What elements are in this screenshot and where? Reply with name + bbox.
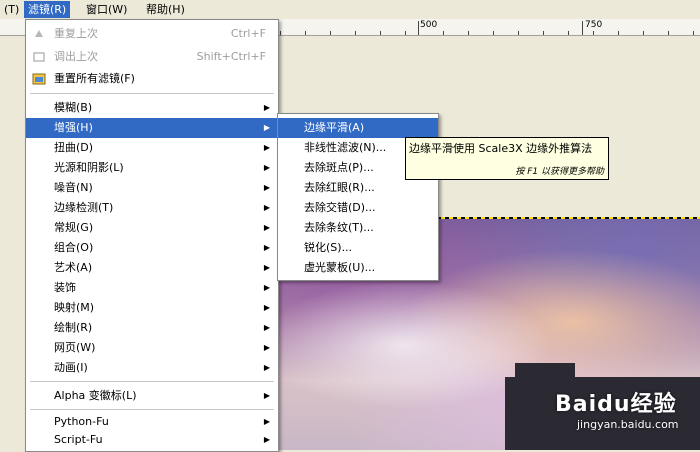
tooltip: 边缘平滑使用 Scale3X 边缘外推算法 按 F1 以获得更多帮助 (405, 137, 609, 180)
menu-item-label: 常规(G) (54, 221, 94, 234)
menu-separator (30, 409, 274, 410)
menu-item-label: 去除红眼(R)... (304, 181, 375, 194)
menu-item-label: 组合(O) (54, 241, 94, 254)
menu-item-enhance[interactable]: 增强(H) ▶ (26, 118, 278, 138)
menu-item-render[interactable]: 绘制(R) ▶ (26, 318, 278, 338)
menu-item-label: 噪音(N) (54, 181, 93, 194)
menu-item-label: 重置所有滤镜(F) (54, 72, 135, 85)
menu-item-label: 网页(W) (54, 341, 96, 354)
submenu-arrow-icon: ▶ (263, 223, 270, 232)
menu-item-web[interactable]: 网页(W) ▶ (26, 338, 278, 358)
menu-item-label: 调出上次 (54, 50, 98, 63)
menu-item-light-shadow[interactable]: 光源和阴影(L) ▶ (26, 158, 278, 178)
submenu-item-destripe[interactable]: 去除条纹(T)... (278, 218, 438, 238)
submenu-arrow-icon: ▶ (263, 303, 270, 312)
menu-item-noise[interactable]: 噪音(N) ▶ (26, 178, 278, 198)
menu-item-label: 增强(H) (54, 121, 93, 134)
submenu-arrow-icon: ▶ (263, 123, 270, 132)
menu-item-label: 边缘检测(T) (54, 201, 114, 214)
menu-filters[interactable]: 滤镜(R) (24, 1, 71, 18)
submenu-arrow-icon: ▶ (263, 417, 270, 426)
submenu-arrow-icon: ▶ (263, 283, 270, 292)
menu-item-map[interactable]: 映射(M) ▶ (26, 298, 278, 318)
submenu-arrow-icon: ▶ (263, 143, 270, 152)
submenu-item-antialias[interactable]: 边缘平滑(A) (278, 118, 438, 138)
submenu-arrow-icon: ▶ (263, 263, 270, 272)
menu-item-label: Alpha 变徽标(L) (54, 389, 137, 402)
menu-item-accel: Ctrl+F (230, 27, 266, 40)
menu-item-label: Script-Fu (54, 433, 103, 446)
watermark-brand: Baidu经验 (555, 392, 677, 417)
menu-item-label: 光源和阴影(L) (54, 161, 124, 174)
menu-windows[interactable]: 窗口(W) (82, 1, 131, 18)
menu-item-label: 非线性滤波(N)... (304, 141, 387, 154)
menu-item-reshow-last[interactable]: 调出上次 Shift+Ctrl+F (26, 47, 278, 67)
menu-item-label: 去除交错(D)... (304, 201, 376, 214)
menu-item-label: 去除条纹(T)... (304, 221, 374, 234)
menu-item-script-fu[interactable]: Script-Fu ▶ (26, 430, 278, 450)
submenu-arrow-icon: ▶ (263, 343, 270, 352)
submenu-arrow-icon: ▶ (263, 323, 270, 332)
menu-item-label: 边缘平滑(A) (304, 121, 365, 134)
submenu-arrow-icon: ▶ (263, 103, 270, 112)
reset-icon (32, 72, 46, 86)
tooltip-text: 边缘平滑使用 Scale3X 边缘外推算法 (409, 142, 593, 155)
submenu-item-sharpen[interactable]: 锐化(S)... (278, 238, 438, 258)
tooltip-help-hint: 按 F1 以获得更多帮助 (515, 167, 604, 177)
menu-item-distorts[interactable]: 扭曲(D) ▶ (26, 138, 278, 158)
menu-item-label: 绘制(R) (54, 321, 93, 334)
filters-menu: 重复上次 Ctrl+F 调出上次 Shift+Ctrl+F 重置所有滤镜(F) … (25, 19, 279, 452)
menu-tools[interactable]: (T) (0, 1, 23, 18)
menu-item-label: 动画(I) (54, 361, 88, 374)
menu-item-label: Python-Fu (54, 415, 109, 428)
submenu-arrow-icon: ▶ (263, 163, 270, 172)
menu-item-label: 艺术(A) (54, 261, 93, 274)
menu-item-edge-detect[interactable]: 边缘检测(T) ▶ (26, 198, 278, 218)
menu-item-python-fu[interactable]: Python-Fu ▶ (26, 412, 278, 432)
submenu-arrow-icon: ▶ (263, 203, 270, 212)
menu-item-label: 去除斑点(P)... (304, 161, 374, 174)
menu-item-blur[interactable]: 模糊(B) ▶ (26, 98, 278, 118)
menu-item-label: 映射(M) (54, 301, 95, 314)
submenu-arrow-icon: ▶ (263, 391, 270, 400)
reshow-icon (32, 50, 46, 64)
menu-item-label: 装饰 (54, 281, 76, 294)
menu-item-label: 锐化(S)... (304, 241, 353, 254)
submenu-arrow-icon: ▶ (263, 435, 270, 444)
menu-item-alpha-to-logo[interactable]: Alpha 变徽标(L) ▶ (26, 386, 278, 406)
menu-item-accel: Shift+Ctrl+F (196, 50, 266, 63)
menu-item-generic[interactable]: 常规(G) ▶ (26, 218, 278, 238)
repeat-icon (32, 27, 46, 41)
menu-item-label: 虚光蒙板(U)... (304, 261, 376, 274)
submenu-arrow-icon: ▶ (263, 243, 270, 252)
menu-item-repeat-last[interactable]: 重复上次 Ctrl+F (26, 24, 278, 44)
watermark-url: jingyan.baidu.com (577, 418, 679, 431)
menu-bar: (T) 滤镜(R) 窗口(W) 帮助(H) (0, 0, 700, 20)
menu-item-label: 模糊(B) (54, 101, 93, 114)
menu-item-animation[interactable]: 动画(I) ▶ (26, 358, 278, 378)
submenu-item-deinterlace[interactable]: 去除交错(D)... (278, 198, 438, 218)
baidu-watermark: Baidu经验 jingyan.baidu.com (555, 386, 695, 446)
menu-separator (30, 93, 274, 94)
submenu-item-red-eye-removal[interactable]: 去除红眼(R)... (278, 178, 438, 198)
submenu-arrow-icon: ▶ (263, 363, 270, 372)
submenu-item-unsharp-mask[interactable]: 虚光蒙板(U)... (278, 258, 438, 278)
submenu-arrow-icon: ▶ (263, 183, 270, 192)
menu-item-reset-all-filters[interactable]: 重置所有滤镜(F) (26, 69, 278, 89)
menu-item-label: 扭曲(D) (54, 141, 94, 154)
ruler-label: 500 (420, 20, 438, 30)
menu-item-decor[interactable]: 装饰 ▶ (26, 278, 278, 298)
menu-help[interactable]: 帮助(H) (142, 1, 189, 18)
menu-separator (30, 381, 274, 382)
menu-item-combine[interactable]: 组合(O) ▶ (26, 238, 278, 258)
menu-item-label: 重复上次 (54, 27, 98, 40)
menu-item-artistic[interactable]: 艺术(A) ▶ (26, 258, 278, 278)
ruler-label: 750 (585, 20, 603, 30)
